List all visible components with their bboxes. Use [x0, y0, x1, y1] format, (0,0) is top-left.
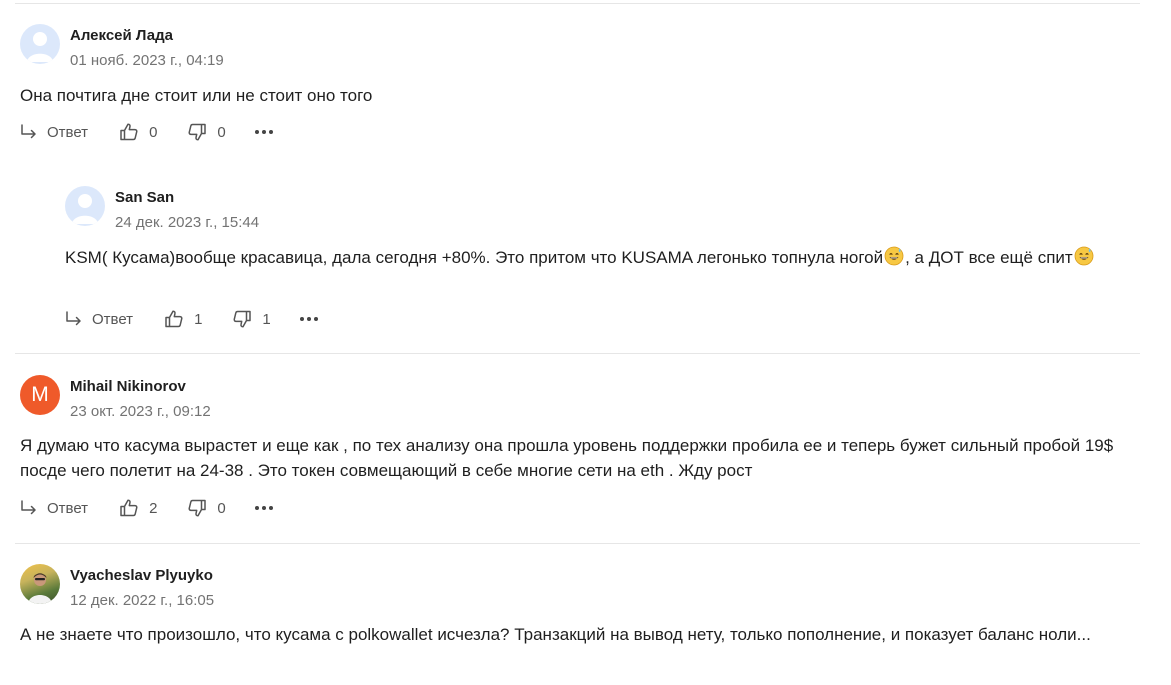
reply-label: Ответ	[47, 123, 89, 141]
thumbs-up-icon	[120, 499, 138, 517]
reply-button[interactable]: Ответ	[65, 310, 133, 328]
dislike-count: 0	[217, 123, 226, 141]
like-button[interactable]: 2	[119, 498, 157, 518]
like-button[interactable]: 1	[164, 309, 202, 329]
letter-avatar[interactable]: M	[20, 375, 60, 415]
more-button[interactable]	[254, 505, 274, 511]
comment-author[interactable]: Mihail Nikinorov	[70, 378, 186, 395]
comment-author[interactable]: San San	[115, 189, 174, 206]
thumbs-down-icon	[233, 310, 252, 328]
dislike-button[interactable]: 1	[232, 309, 271, 329]
sweat-smile-emoji	[1074, 246, 1094, 266]
comment-separator	[15, 353, 1140, 354]
thumbs-up-icon	[165, 310, 183, 328]
reply-button[interactable]: Ответ	[20, 499, 88, 517]
reply-button[interactable]: Ответ	[20, 123, 88, 141]
reply-arrow-icon	[21, 124, 36, 139]
comment-text-part: KSM( Кусама)вообще красавица, дала сегод…	[65, 248, 884, 267]
dislike-count: 1	[262, 310, 271, 328]
reply-arrow-icon	[66, 311, 81, 326]
comment-text-part: Я думаю что касума вырастет и еще как , …	[20, 436, 1114, 480]
comment-text: Она почтига дне стоит или не стоит оно т…	[20, 83, 1141, 108]
like-count: 1	[194, 310, 203, 328]
user-silhouette-icon	[72, 194, 98, 224]
like-count: 0	[149, 123, 158, 141]
reply-arrow-icon	[21, 500, 36, 515]
more-dots-icon	[254, 506, 273, 510]
sweat-smile-emoji	[884, 246, 904, 266]
comment-date: 01 нояб. 2023 г., 04:19	[70, 52, 224, 69]
comment-text-part: Она почтига дне стоит или не стоит оно т…	[20, 86, 373, 105]
comment-actions: Ответ 0 0	[20, 121, 274, 143]
reply-label: Ответ	[47, 499, 89, 517]
top-separator	[15, 3, 1140, 4]
reply-label: Ответ	[92, 310, 134, 328]
comment-author[interactable]: Алексей Лада	[70, 27, 173, 44]
comment-author[interactable]: Vyacheslav Plyuyko	[70, 567, 213, 584]
more-button[interactable]	[299, 316, 319, 322]
dislike-button[interactable]: 0	[187, 498, 226, 518]
thumbs-up-icon	[120, 123, 138, 141]
more-button[interactable]	[254, 129, 274, 135]
like-button[interactable]: 0	[119, 122, 157, 142]
comment-text-part: А не знаете что произошло, что кусама с …	[20, 625, 1091, 644]
comment-text: А не знаете что произошло, что кусама с …	[20, 622, 1141, 647]
dislike-button[interactable]: 0	[187, 122, 226, 142]
comment-text: KSM( Кусама)вообще красавица, дала сегод…	[65, 245, 1141, 270]
dislike-count: 0	[217, 499, 226, 517]
like-count: 2	[149, 499, 158, 517]
comment-date: 23 окт. 2023 г., 09:12	[70, 403, 211, 420]
default-avatar[interactable]	[65, 186, 105, 226]
default-avatar[interactable]	[20, 24, 60, 64]
comment-date: 24 дек. 2023 г., 15:44	[115, 214, 260, 231]
user-silhouette-icon	[27, 32, 53, 62]
thumbs-down-icon	[188, 499, 207, 517]
more-dots-icon	[254, 130, 273, 134]
comment-text: Я думаю что касума вырастет и еще как , …	[20, 433, 1141, 483]
user-photo-icon	[28, 573, 52, 604]
comment-date: 12 дек. 2022 г., 16:05	[70, 592, 215, 609]
comment-text-part: , а ДОТ все ещё спит	[905, 248, 1073, 267]
comment-actions: Ответ 2 0	[20, 497, 274, 519]
thumbs-down-icon	[188, 123, 207, 141]
more-dots-icon	[299, 317, 318, 321]
comment-separator	[15, 543, 1140, 544]
comment-actions: Ответ 1 1	[65, 308, 319, 330]
photo-avatar[interactable]	[20, 564, 60, 604]
avatar-letter: M	[31, 383, 49, 406]
